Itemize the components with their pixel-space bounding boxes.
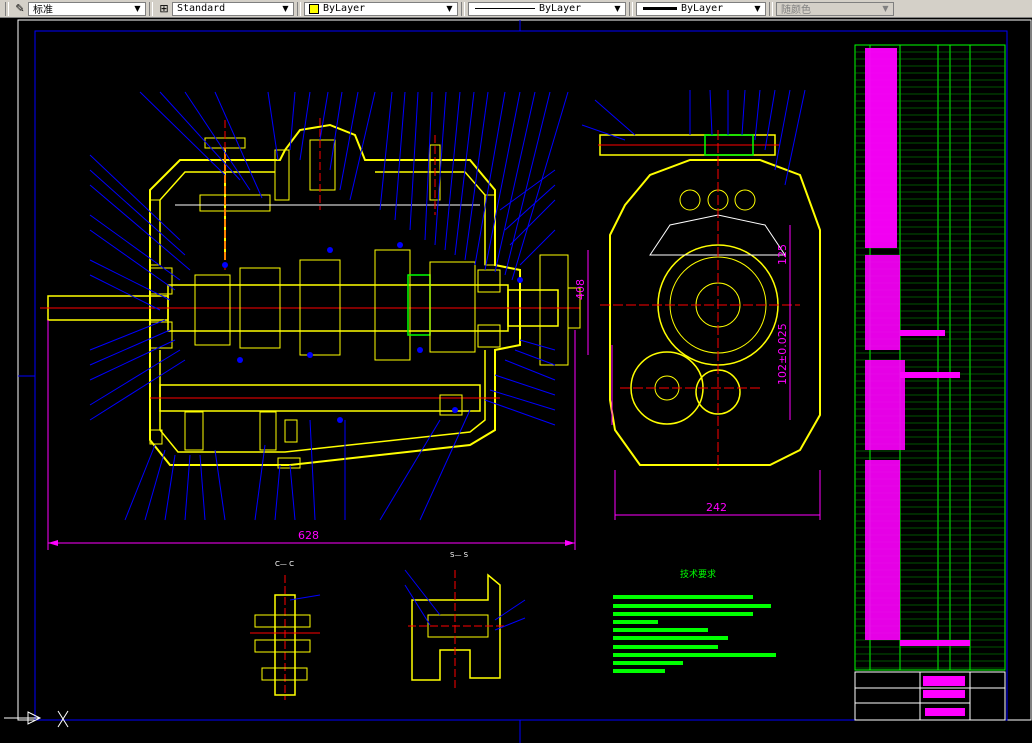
tech-requirements-title: 技术要求 <box>680 568 716 580</box>
text-style-value: 标准 <box>33 5 53 16</box>
text-style-icon[interactable]: ✎ <box>12 2 28 16</box>
drawing-frame <box>34 30 1008 721</box>
dim-102-label: 102±0.025 <box>776 323 789 385</box>
section-s-view: S— S <box>404 551 526 690</box>
separator <box>461 1 465 16</box>
plot-style-value: 随颜色 <box>781 5 811 16</box>
parts-list-table <box>854 44 1006 721</box>
end-view: 125 102±0.025 242 <box>581 89 821 520</box>
properties-toolbar: ✎ 标准 ▼ ⊞ Standard ▼ ByLayer ▼ ByLayer ▼ … <box>0 0 1032 18</box>
chevron-down-icon: ▼ <box>282 3 289 13</box>
linetype-sample-icon <box>475 8 535 9</box>
lineweight-value: ByLayer <box>681 3 724 14</box>
color-swatch-icon <box>309 3 319 14</box>
chevron-down-icon: ▼ <box>754 3 761 13</box>
chevron-down-icon: ▼ <box>614 3 621 13</box>
toolbar-grip <box>5 1 9 16</box>
separator <box>297 1 301 16</box>
dim-height-label: 408 <box>574 279 587 300</box>
plot-style-dropdown[interactable]: 随颜色 ▼ <box>776 1 894 16</box>
chevron-down-icon: ▼ <box>134 3 141 13</box>
dim-length-label: 628 <box>298 529 319 542</box>
separator <box>149 1 153 16</box>
dim-style-value: Standard <box>177 3 226 14</box>
section-s-title: S— S <box>450 551 469 559</box>
separator <box>769 1 773 16</box>
grip-handle <box>2 1 12 16</box>
technical-requirements: 技术要求 <box>613 568 776 673</box>
lineweight-sample-icon <box>643 7 677 10</box>
lineweight-dropdown[interactable]: ByLayer ▼ <box>636 1 766 16</box>
dim-style-icon[interactable]: ⊞ <box>156 2 172 16</box>
chevron-down-icon: ▼ <box>882 3 889 13</box>
color-dropdown[interactable]: ByLayer ▼ <box>304 1 458 16</box>
drawing-canvas[interactable]: 628 408 125 102±0.025 242 C— C S— S 技术要求 <box>0 18 1032 743</box>
separator <box>629 1 633 16</box>
dim-style-dropdown[interactable]: Standard ▼ <box>172 1 294 16</box>
ucs-icon <box>4 710 69 728</box>
dim-width-label: 242 <box>706 501 727 514</box>
color-value: ByLayer <box>323 3 366 14</box>
linetype-value: ByLayer <box>539 3 582 14</box>
chevron-down-icon: ▼ <box>446 3 453 13</box>
section-c-view: C— C <box>250 560 321 700</box>
main-section-view: 628 408 <box>40 91 589 550</box>
linetype-dropdown[interactable]: ByLayer ▼ <box>468 1 626 16</box>
text-style-dropdown[interactable]: 标准 ▼ <box>28 1 146 16</box>
section-c-title: C— C <box>275 560 294 568</box>
dim-125-label: 125 <box>776 244 789 265</box>
